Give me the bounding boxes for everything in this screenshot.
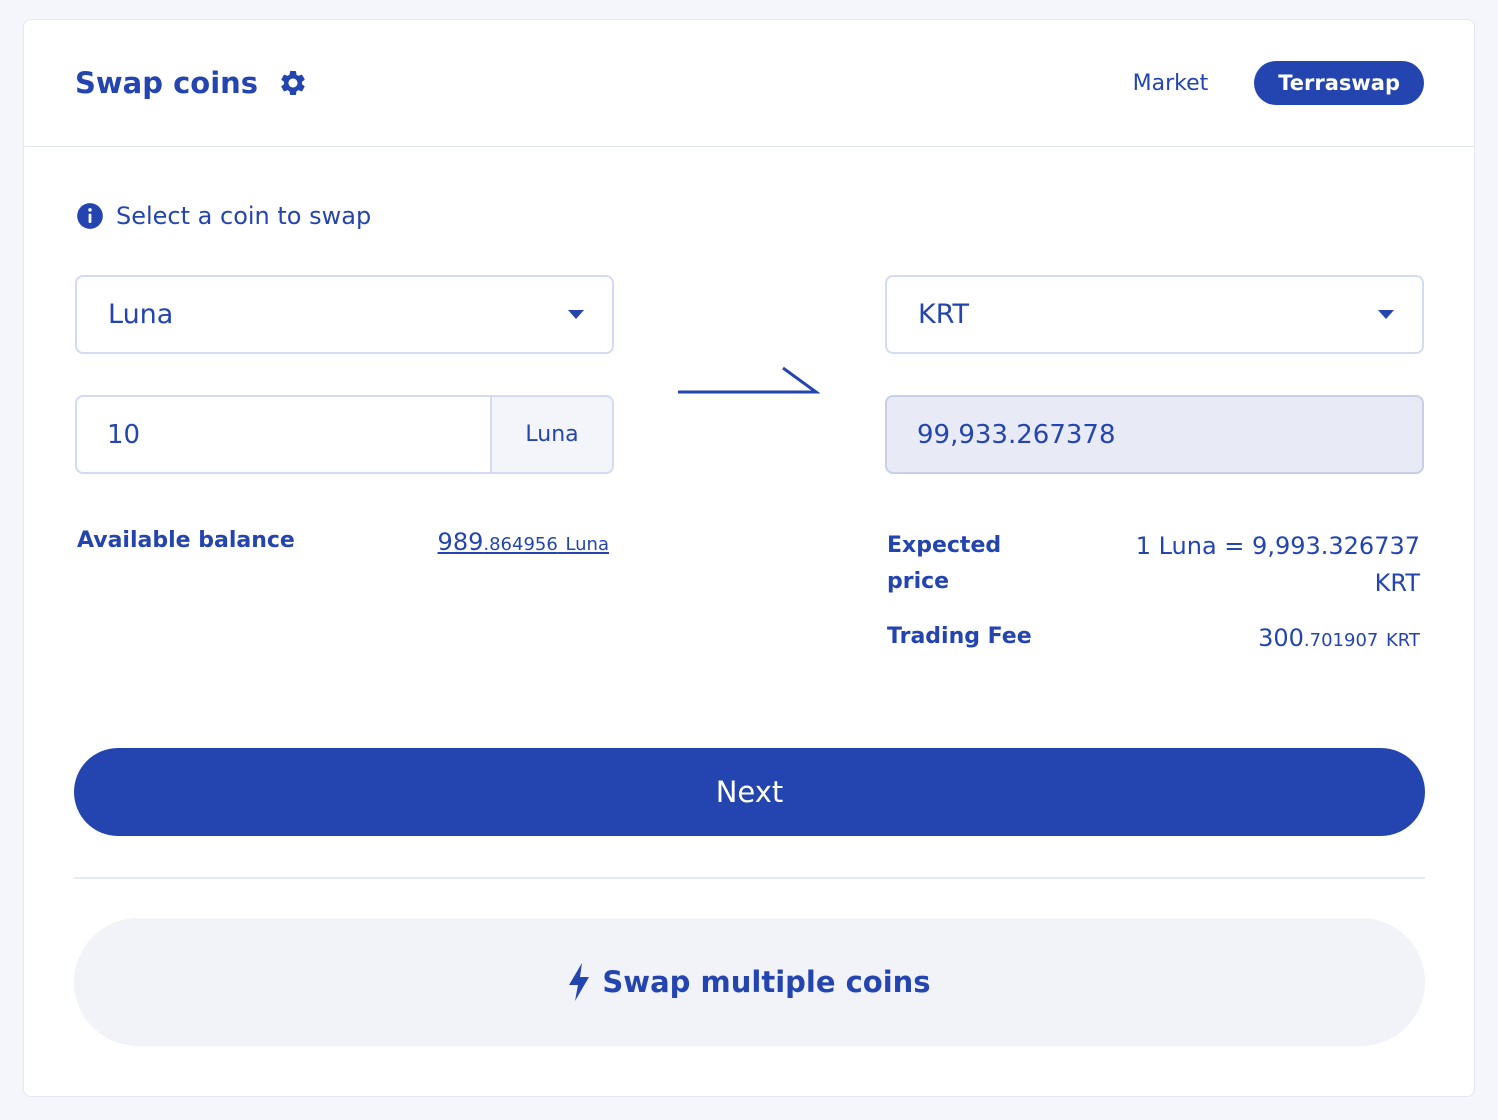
expected-price-value: 1 Luna = 9,993.326737 KRT (1100, 528, 1420, 602)
expected-price-label: Expected price (887, 533, 1002, 594)
balance-int: 989 (437, 528, 484, 556)
page-title: Swap coins (75, 66, 259, 100)
amount-input[interactable] (77, 397, 490, 472)
swap-mode-tabs: Market Terraswap (1109, 61, 1424, 105)
hint-text: Select a coin to swap (116, 202, 372, 230)
balance-dec: .864956 (483, 534, 558, 555)
swap-multiple-label: Swap multiple coins (602, 965, 931, 999)
expected-price-line1: 1 Luna = 9,993.326737 (1135, 532, 1420, 560)
card-header: Swap coins Market Terraswap (24, 20, 1474, 147)
balance-value[interactable]: 989.864956 Luna (438, 528, 609, 556)
gear-icon[interactable] (278, 68, 308, 98)
to-coin-select[interactable]: KRT (885, 275, 1424, 354)
hint-row: Select a coin to swap (76, 202, 371, 230)
expected-price-line2: KRT (1374, 569, 1420, 597)
trading-fee-label: Trading Fee (887, 624, 1032, 649)
fee-int: 300 (1258, 624, 1304, 652)
fee-dec: .701907 (1303, 630, 1379, 651)
trading-fee-value: 300.701907 KRT (1258, 624, 1420, 652)
amount-field: Luna (75, 395, 614, 474)
chevron-down-icon (1378, 310, 1394, 319)
info-icon (77, 203, 103, 229)
amount-unit: Luna (490, 397, 612, 472)
next-button[interactable]: Next (74, 748, 1425, 836)
fee-unit: KRT (1386, 630, 1420, 651)
balance-unit: Luna (565, 534, 609, 555)
tab-terraswap[interactable]: Terraswap (1254, 61, 1424, 105)
to-coin-value: KRT (918, 299, 969, 330)
output-amount: 99,933.267378 (885, 395, 1424, 474)
swap-multiple-button[interactable]: Swap multiple coins (74, 918, 1425, 1046)
title-wrap: Swap coins (75, 66, 308, 100)
from-coin-select[interactable]: Luna (75, 275, 614, 354)
swap-card: Swap coins Market Terraswap Select a coi… (23, 19, 1475, 1097)
tab-market[interactable]: Market (1109, 63, 1233, 104)
lightning-bolt-icon (569, 963, 590, 1001)
from-coin-value: Luna (108, 299, 174, 330)
balance-label: Available balance (77, 528, 295, 553)
chevron-down-icon (568, 310, 584, 319)
arrow-right-icon (678, 366, 820, 394)
divider (74, 877, 1425, 879)
